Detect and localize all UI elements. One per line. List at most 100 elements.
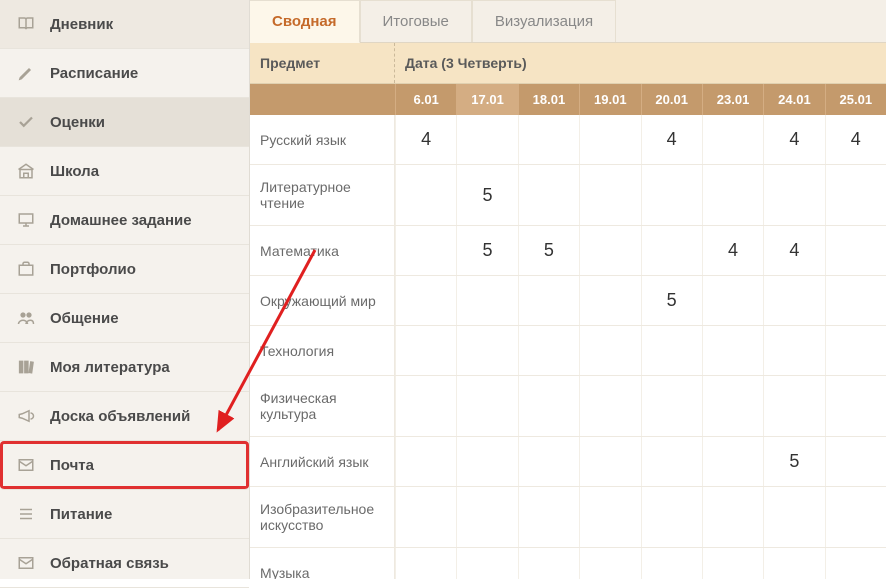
date-header-cell[interactable]: 19.01: [579, 84, 640, 115]
grade-cell[interactable]: [395, 487, 456, 547]
grade-cell[interactable]: [763, 326, 824, 375]
grade-cell[interactable]: [579, 487, 640, 547]
grade-cell[interactable]: [395, 276, 456, 325]
grade-cell[interactable]: [456, 376, 517, 436]
sidebar-item-4[interactable]: Домашнее задание: [0, 196, 249, 245]
sidebar-item-6[interactable]: Общение: [0, 294, 249, 343]
grade-cell[interactable]: [579, 326, 640, 375]
grade-cell[interactable]: [825, 326, 886, 375]
grade-cell[interactable]: [395, 226, 456, 275]
grade-cell[interactable]: [825, 487, 886, 547]
grade-cell[interactable]: [518, 276, 579, 325]
grade-cell[interactable]: [825, 165, 886, 225]
grade-cell[interactable]: [641, 165, 702, 225]
sidebar-item-5[interactable]: Портфолио: [0, 245, 249, 294]
grade-cell[interactable]: [518, 376, 579, 436]
grade-cell[interactable]: [763, 376, 824, 436]
grade-cell[interactable]: [579, 115, 640, 164]
grade-cell[interactable]: [395, 376, 456, 436]
grade-cell[interactable]: [518, 548, 579, 579]
date-header-cell[interactable]: 23.01: [702, 84, 763, 115]
grade-cell[interactable]: 5: [518, 226, 579, 275]
grade-cell[interactable]: [579, 165, 640, 225]
grade-cell[interactable]: 4: [763, 226, 824, 275]
date-header-cell[interactable]: 25.01: [825, 84, 886, 115]
grade-cell[interactable]: [641, 326, 702, 375]
grade-cell[interactable]: 4: [641, 115, 702, 164]
grade-cell[interactable]: [641, 226, 702, 275]
grade-cell[interactable]: [395, 326, 456, 375]
grade-cell[interactable]: [641, 376, 702, 436]
tab-1[interactable]: Итоговые: [360, 0, 472, 42]
grade-cell[interactable]: [702, 115, 763, 164]
grade-cell[interactable]: 5: [456, 226, 517, 275]
grade-cell[interactable]: [825, 548, 886, 579]
sidebar-item-2[interactable]: Оценки: [0, 98, 249, 147]
grade-cell[interactable]: [579, 226, 640, 275]
grade-cell[interactable]: [518, 487, 579, 547]
grade-cell[interactable]: [641, 437, 702, 486]
grade-cell[interactable]: [825, 276, 886, 325]
date-header-cell[interactable]: 20.01: [641, 84, 702, 115]
grade-cell[interactable]: [763, 165, 824, 225]
grade-cell[interactable]: 5: [456, 165, 517, 225]
grade-cell[interactable]: [456, 276, 517, 325]
grade-cell[interactable]: 5: [641, 276, 702, 325]
grade-cell[interactable]: 4: [825, 115, 886, 164]
grade-cell[interactable]: [702, 487, 763, 547]
grade-cell[interactable]: [825, 437, 886, 486]
date-column-header: Дата (3 Четверть): [395, 43, 886, 83]
table-row: Английский язык5: [250, 437, 886, 487]
grade-cell[interactable]: [518, 326, 579, 375]
grade-cell[interactable]: [518, 165, 579, 225]
date-header-cell[interactable]: 6.01: [395, 84, 456, 115]
grade-cell[interactable]: [518, 115, 579, 164]
grade-cell[interactable]: [702, 376, 763, 436]
grade-cell[interactable]: [702, 276, 763, 325]
sidebar-item-3[interactable]: Школа: [0, 147, 249, 196]
date-header-cell[interactable]: 18.01: [518, 84, 579, 115]
grade-cell[interactable]: [641, 548, 702, 579]
sidebar-item-11[interactable]: Обратная связь: [0, 539, 249, 588]
grade-cell[interactable]: [456, 548, 517, 579]
grade-cell[interactable]: 5: [763, 437, 824, 486]
tab-0[interactable]: Сводная: [250, 0, 360, 43]
sidebar-item-8[interactable]: Доска объявлений: [0, 392, 249, 441]
grade-cell[interactable]: [825, 226, 886, 275]
grade-cell[interactable]: [518, 437, 579, 486]
grade-cell[interactable]: [702, 548, 763, 579]
date-header-cell[interactable]: 17.01: [456, 84, 517, 115]
grade-cell[interactable]: [579, 437, 640, 486]
grade-cell[interactable]: [763, 487, 824, 547]
grade-cell[interactable]: [579, 276, 640, 325]
sidebar-item-7[interactable]: Моя литература: [0, 343, 249, 392]
sidebar-item-10[interactable]: Питание: [0, 490, 249, 539]
sidebar-item-1[interactable]: Расписание: [0, 49, 249, 98]
grade-cell[interactable]: [456, 326, 517, 375]
grade-cell[interactable]: [825, 376, 886, 436]
grade-cell[interactable]: [763, 548, 824, 579]
grade-cell[interactable]: [579, 548, 640, 579]
grade-cell[interactable]: [395, 165, 456, 225]
grade-cell[interactable]: [763, 276, 824, 325]
grade-cell[interactable]: [702, 326, 763, 375]
table-row: Русский язык4444: [250, 115, 886, 165]
grade-cell[interactable]: [641, 487, 702, 547]
grade-cell[interactable]: [395, 548, 456, 579]
grade-cell[interactable]: [579, 376, 640, 436]
sidebar: ДневникРасписаниеОценкиШколаДомашнее зад…: [0, 0, 250, 579]
tab-2[interactable]: Визуализация: [472, 0, 616, 42]
grade-cell[interactable]: [702, 165, 763, 225]
grade-cell[interactable]: 4: [702, 226, 763, 275]
grade-cell[interactable]: [456, 487, 517, 547]
grade-cell[interactable]: [456, 115, 517, 164]
grade-cell[interactable]: [395, 437, 456, 486]
people-icon: [16, 308, 36, 328]
grade-cell[interactable]: [702, 437, 763, 486]
grade-cell[interactable]: [456, 437, 517, 486]
sidebar-item-9[interactable]: Почта: [0, 441, 249, 490]
grade-cell[interactable]: 4: [395, 115, 456, 164]
grade-cell[interactable]: 4: [763, 115, 824, 164]
date-header-cell[interactable]: 24.01: [763, 84, 824, 115]
sidebar-item-0[interactable]: Дневник: [0, 0, 249, 49]
